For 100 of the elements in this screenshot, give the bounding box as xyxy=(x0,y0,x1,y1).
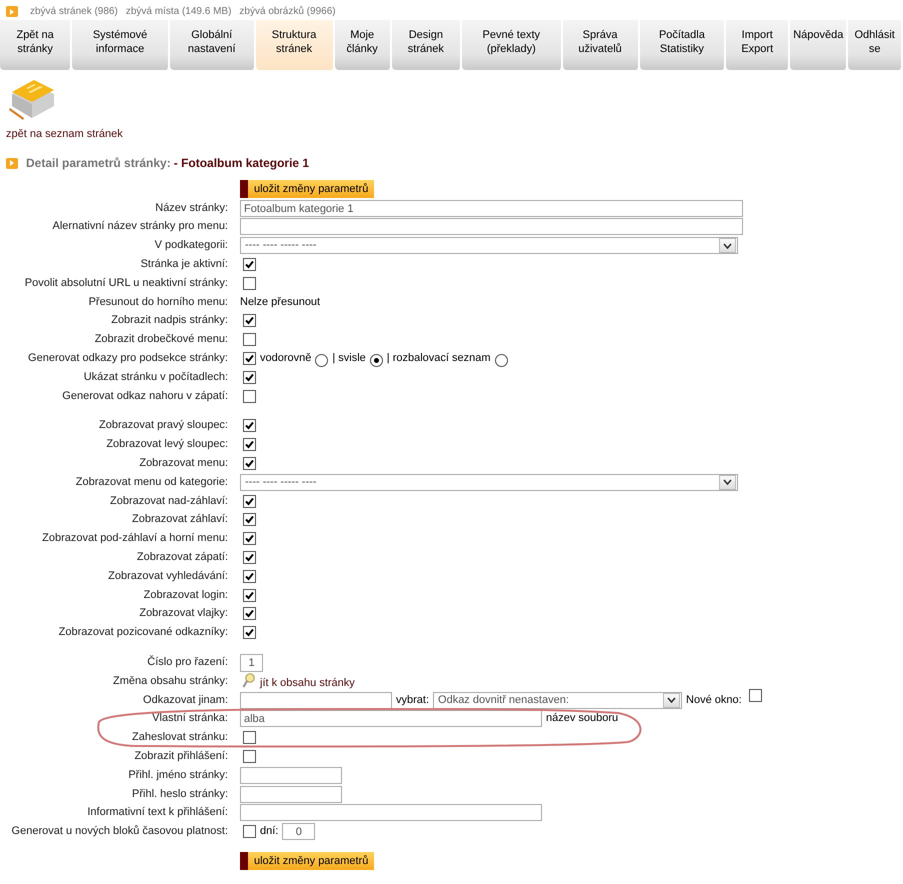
checkbox[interactable] xyxy=(243,258,256,272)
field-label: Zobrazovat pod-záhlaví a horní menu: xyxy=(41,532,228,546)
quota-text: zbývá obrázků (9966) xyxy=(239,6,336,17)
nav-tab[interactable]: Systémové informace xyxy=(72,20,170,70)
nav-tab[interactable]: Zpět na stránky xyxy=(0,20,72,70)
text-field[interactable]: alba xyxy=(240,710,542,728)
value-text: Nelze přesunout xyxy=(240,296,320,309)
nav-tab[interactable]: Struktura stránek xyxy=(256,20,335,70)
radio-button[interactable] xyxy=(370,354,383,368)
days-label: dní: xyxy=(260,825,278,838)
checkbox[interactable] xyxy=(243,588,256,602)
radio-button[interactable] xyxy=(494,354,508,368)
checkbox[interactable] xyxy=(243,419,256,432)
quota-text: zbývá stránek (986) xyxy=(30,6,118,17)
field-label: Přihl. heslo stránky: xyxy=(131,788,228,801)
checkbox[interactable] xyxy=(243,626,256,640)
checkbox[interactable] xyxy=(243,607,256,620)
text-field[interactable] xyxy=(240,218,743,236)
field-label: Přihl. jméno stránky: xyxy=(127,768,228,782)
checkbox[interactable] xyxy=(748,688,762,702)
field-label: Zobrazit nadpis stránky: xyxy=(110,314,228,328)
nav-tab[interactable]: Nápověda xyxy=(790,20,848,70)
checkbox[interactable] xyxy=(243,551,256,564)
checkbox[interactable] xyxy=(243,494,256,508)
field-label: Zobrazovat login: xyxy=(142,588,228,602)
field-label: Zobrazovat menu od kategorie: xyxy=(74,476,228,489)
field-label: Zobrazovat pravý sloupec: xyxy=(98,419,228,432)
field-label: Zobrazovat zápatí: xyxy=(136,551,228,564)
text-field[interactable] xyxy=(240,786,342,803)
quota-text: zbývá místa (149.6 MB) xyxy=(126,6,232,17)
field-label: Zobrazit drobečkové menu: xyxy=(94,333,228,346)
back-link[interactable]: zpět na seznam stránek xyxy=(6,128,903,140)
field-label: Číslo pro řazení: xyxy=(146,656,228,670)
field-label: Generovat u nových bloků časovou platnost: xyxy=(10,825,228,838)
option-label: | svisle xyxy=(332,352,366,366)
field-label: Zobrazovat záhlaví: xyxy=(131,513,228,526)
checkbox[interactable] xyxy=(243,532,256,546)
field-label: Stránka je aktivní: xyxy=(140,258,228,272)
checkbox[interactable] xyxy=(243,825,256,838)
nav-tab[interactable]: Pevné texty (překlady) xyxy=(462,20,563,70)
field-label: Generovat odkazy pro podsekce stránky: xyxy=(27,352,228,366)
checkbox[interactable] xyxy=(243,333,256,346)
option-label: vodorovně xyxy=(260,352,312,366)
field-label: Zobrazovat menu: xyxy=(138,457,228,470)
checkbox[interactable] xyxy=(243,352,256,366)
field-label: Ukázat stránku v počítadlech: xyxy=(82,370,228,384)
field-label: Zaheslovat stránku: xyxy=(131,731,228,744)
heading-page-name: - Fotoalbum kategorie 1 xyxy=(174,156,310,170)
field-label: Název stránky: xyxy=(154,202,228,215)
caret-icon xyxy=(719,238,736,254)
hint-text: název souboru xyxy=(546,712,618,726)
field-label: Zobrazit přihlášení: xyxy=(133,750,228,763)
checkbox[interactable] xyxy=(243,314,256,328)
radio-button[interactable] xyxy=(315,354,328,368)
nav-tab[interactable]: Globální nastavení xyxy=(170,20,256,70)
text-field[interactable] xyxy=(240,804,542,822)
field-label: Zobrazovat nad-záhlaví: xyxy=(108,494,228,508)
checkbox[interactable] xyxy=(243,457,256,470)
number-field[interactable]: 1 xyxy=(240,654,263,672)
field-label: Generovat odkaz nahoru v zápatí: xyxy=(61,390,228,403)
text-field[interactable] xyxy=(240,766,342,784)
checkbox[interactable] xyxy=(243,438,256,452)
save-button[interactable]: uložit změny parametrů xyxy=(240,180,374,198)
select-label: vybrat: xyxy=(396,694,430,707)
caret-icon xyxy=(719,474,736,490)
heading-label: Detail parametrů stránky: xyxy=(26,156,171,170)
field-label: Alernativní název stránky pro menu: xyxy=(52,220,228,234)
checkbox[interactable] xyxy=(243,390,256,403)
field-label: Přesunout do horního menu: xyxy=(88,296,228,309)
field-label: Zobrazovat levý sloupec: xyxy=(105,438,228,452)
field-label: Zobrazovat pozicované odkazníky: xyxy=(58,626,228,640)
number-field[interactable]: 0 xyxy=(282,823,316,840)
dropdown[interactable]: ---- ---- ----- ---- xyxy=(240,237,738,254)
text-field[interactable]: Fotoalbum kategorie 1 xyxy=(240,200,743,217)
checkbox[interactable] xyxy=(243,276,256,290)
field-label: Vlastní stránka: xyxy=(151,712,228,726)
field-label: Zobrazovat vlajky: xyxy=(138,607,228,620)
text-field[interactable] xyxy=(240,692,392,709)
dropdown[interactable]: Odkaz dovnitř nenastaven: xyxy=(433,692,682,709)
field-label: Odkazovat jinam: xyxy=(142,694,228,707)
magnifier-icon xyxy=(242,673,256,690)
checkbox[interactable] xyxy=(243,750,256,763)
nav-tab[interactable]: Import Export xyxy=(726,20,790,70)
dropdown[interactable]: ---- ---- ----- ---- xyxy=(240,474,738,491)
field-label: Povolit absolutní URL u neaktivní stránky: xyxy=(24,276,228,290)
field-label: V podkategorii: xyxy=(154,239,228,252)
nav-tab[interactable]: Design stránek xyxy=(392,20,462,70)
checkbox[interactable] xyxy=(243,731,256,744)
field-label: Změna obsahu stránky: xyxy=(112,674,228,688)
nav-tab[interactable]: Moje články xyxy=(334,20,392,70)
save-button[interactable]: uložit změny parametrů xyxy=(240,852,374,870)
content-link[interactable]: jít k obsahu stránky xyxy=(260,676,355,690)
nav-tab[interactable]: Odhlásit se xyxy=(848,20,903,70)
checkbox[interactable] xyxy=(243,570,256,583)
field-label: Informativní text k přihlášení: xyxy=(86,806,228,820)
nav-tab[interactable]: Správa uživatelů xyxy=(562,20,640,70)
nav-tab[interactable]: Počítadla Statistiky xyxy=(640,20,726,70)
new-window-label: Nové okno: xyxy=(686,694,742,707)
checkbox[interactable] xyxy=(243,513,256,526)
checkbox[interactable] xyxy=(243,370,256,384)
